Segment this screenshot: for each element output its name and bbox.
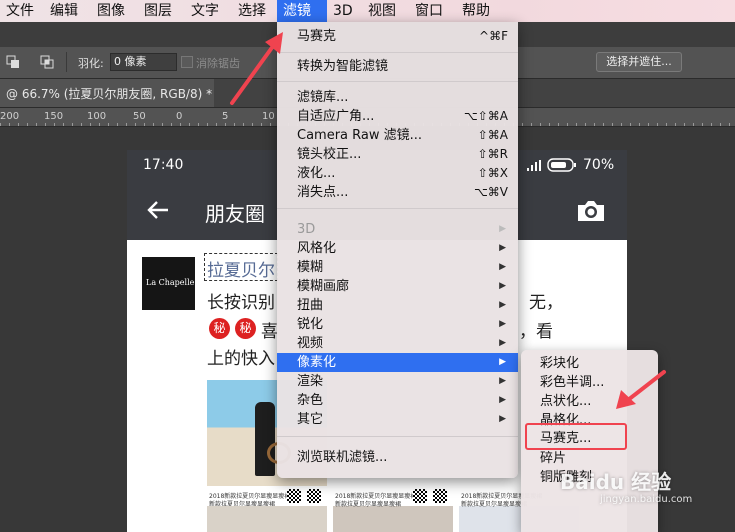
annotation-arrow-mosaic [616,370,666,409]
annotation-arrows [230,32,666,409]
baidu-watermark: Baidu 经验 [560,470,672,494]
baidu-watermark-url: jingyan.baidu.com [600,494,693,505]
annotation-arrow-filter-menu [230,32,283,105]
